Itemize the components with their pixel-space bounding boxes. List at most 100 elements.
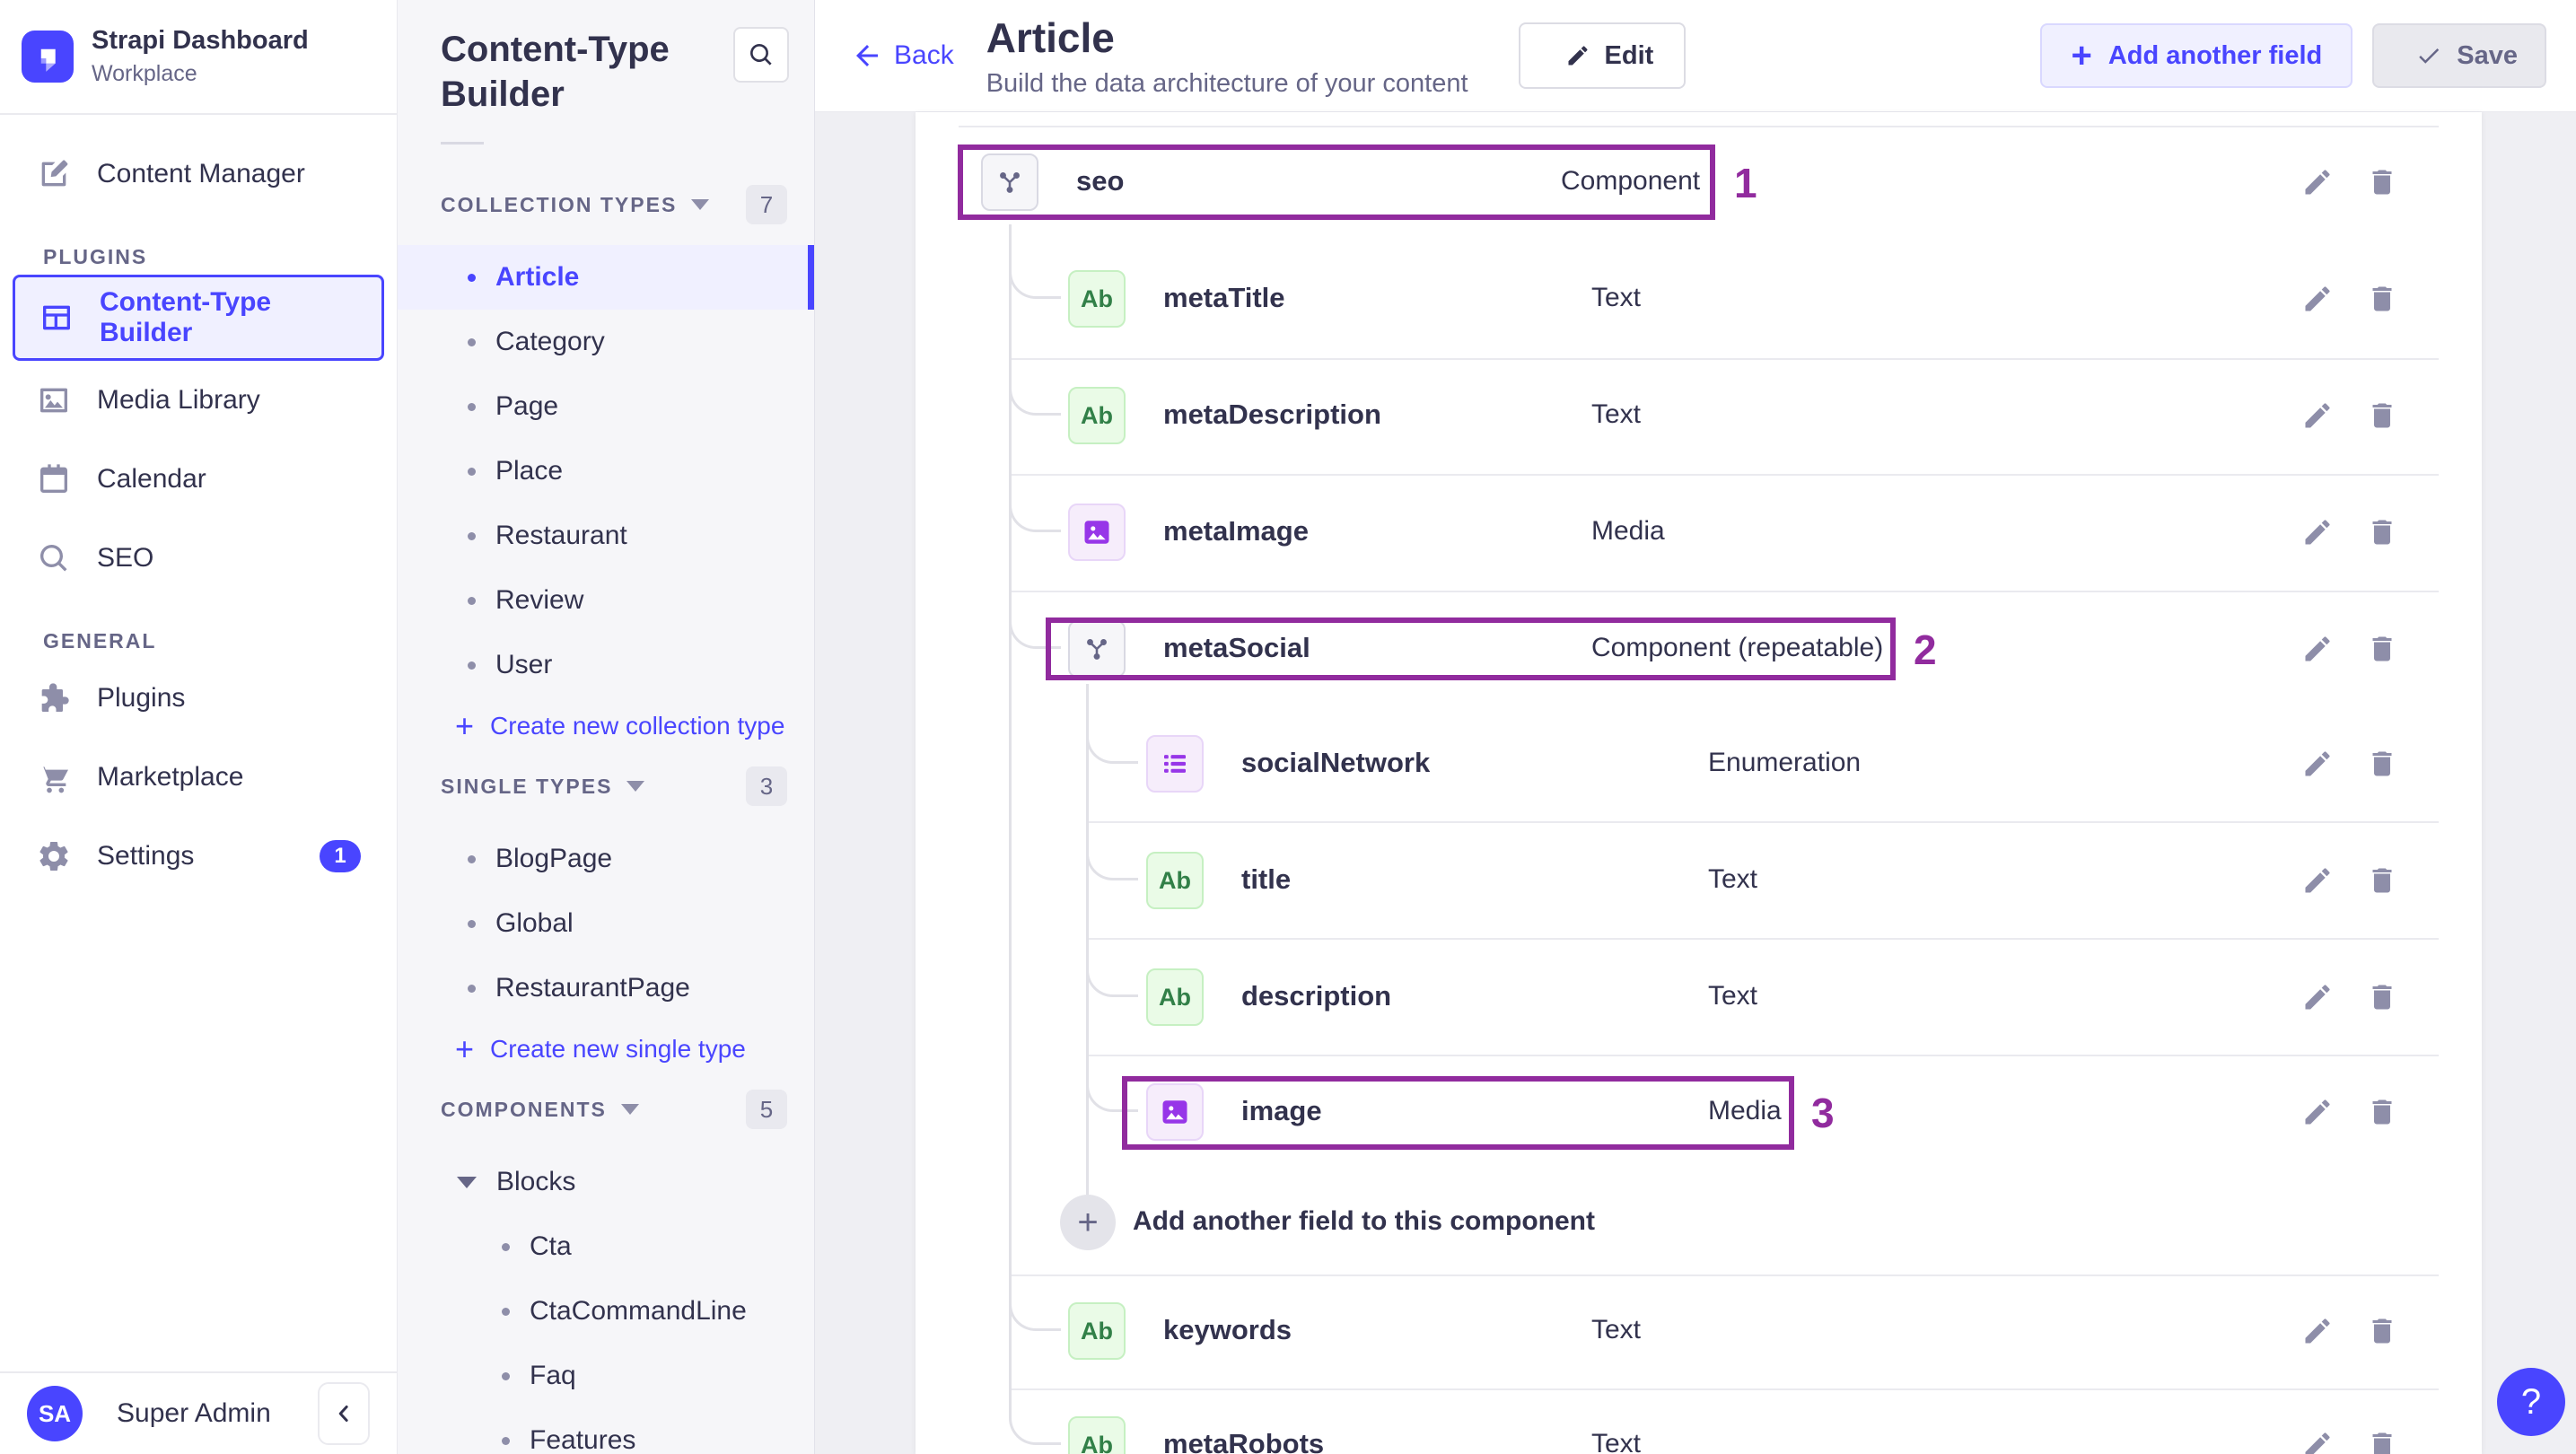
sidebar-item-content-manager[interactable]: Content Manager — [13, 135, 384, 214]
component-item-cta[interactable]: Cta — [398, 1214, 814, 1279]
type-item-global[interactable]: Global — [398, 891, 814, 956]
delete-field-button[interactable] — [2366, 279, 2405, 319]
edit-field-button[interactable] — [2301, 1425, 2341, 1454]
action-label: Create new collection type — [490, 712, 785, 740]
add-field-to-component-button[interactable]: + — [1060, 1195, 1116, 1250]
add-field-to-component-label[interactable]: Add another field to this component — [1133, 1206, 1595, 1237]
field-type: Enumeration — [1708, 748, 1862, 777]
help-button[interactable]: ? — [2497, 1368, 2565, 1436]
count-badge: 5 — [746, 1090, 787, 1129]
sidebar-item-content-type-builder[interactable]: Content-Type Builder — [13, 275, 384, 361]
delete-field-button[interactable] — [2366, 1092, 2405, 1132]
field-name-metarobots: metaRobots — [1163, 1428, 1325, 1454]
search-button[interactable] — [733, 27, 789, 83]
edit-field-button[interactable] — [2301, 162, 2341, 202]
bullet-icon — [468, 402, 476, 411]
back-link[interactable]: Back — [851, 39, 954, 72]
row-divider — [1086, 938, 2439, 940]
bullet-icon — [468, 596, 476, 605]
sidebar-item-marketplace[interactable]: Marketplace — [13, 738, 384, 817]
sidebar-item-settings[interactable]: Settings 1 — [13, 817, 384, 896]
header-actions: + Add another field Save — [2040, 23, 2546, 88]
section-list-collection-types: Article Category Page Place Restaurant Review… — [398, 245, 814, 697]
row-divider — [1009, 591, 2439, 592]
type-item-restaurant[interactable]: Restaurant — [398, 504, 814, 568]
type-item-restaurantpage[interactable]: RestaurantPage — [398, 956, 814, 1020]
bullet-icon — [502, 1371, 510, 1380]
collapse-sidebar-button[interactable] — [318, 1382, 370, 1445]
type-item-review[interactable]: Review — [398, 568, 814, 633]
action-create-new-collection-type[interactable]: + Create new collection type — [398, 697, 814, 755]
edit-button[interactable]: Edit — [1518, 22, 1687, 89]
delete-field-button[interactable] — [2366, 1425, 2405, 1454]
delete-field-button[interactable] — [2366, 744, 2405, 784]
type-item-label: Place — [495, 456, 564, 486]
edit-field-button[interactable] — [2301, 512, 2341, 552]
workspace-name: Workplace — [92, 61, 197, 86]
type-item-place[interactable]: Place — [398, 439, 814, 504]
type-item-label: BlogPage — [495, 844, 613, 873]
edit-field-button[interactable] — [2301, 1092, 2341, 1132]
component-item-features[interactable]: Features — [398, 1408, 814, 1454]
sidebar-item-seo[interactable]: SEO — [13, 519, 384, 598]
plus-icon: + — [455, 707, 475, 744]
main-sidebar: Strapi Dashboard Workplace Content Manag… — [0, 0, 398, 1454]
tree-line — [1086, 684, 1089, 1195]
sidebar-item-label: Calendar — [97, 464, 206, 494]
field-type: Media — [1591, 516, 1665, 546]
delete-field-button[interactable] — [2366, 512, 2405, 552]
sidebar-item-label: Media Library — [97, 385, 260, 415]
edit-field-button[interactable] — [2301, 977, 2341, 1017]
text-field-icon: Ab — [1146, 968, 1204, 1026]
edit-field-button[interactable] — [2301, 1311, 2341, 1351]
type-item-page[interactable]: Page — [398, 374, 814, 439]
type-item-category[interactable]: Category — [398, 310, 814, 374]
section-title: COMPONENTS — [441, 1097, 607, 1121]
chevron-down-icon — [626, 781, 645, 792]
plus-icon: + — [455, 1030, 475, 1067]
edit-field-button[interactable] — [2301, 629, 2341, 669]
delete-field-button[interactable] — [2366, 861, 2405, 900]
sidebar-item-label: Content-Type Builder — [100, 287, 272, 347]
sidebar-item-calendar[interactable]: Calendar — [13, 440, 384, 519]
bullet-icon — [468, 984, 476, 993]
bullet-icon — [502, 1307, 510, 1316]
sidebar-item-plugins[interactable]: Plugins — [13, 659, 384, 738]
edit-field-button[interactable] — [2301, 744, 2341, 784]
edit-field-button[interactable] — [2301, 396, 2341, 435]
section-header-collection-types[interactable]: COLLECTION TYPES 7 — [398, 184, 814, 225]
section-header-single-types[interactable]: SINGLE TYPES 3 — [398, 766, 814, 807]
sidebar-item-label: Content Manager — [97, 159, 305, 188]
delete-field-button[interactable] — [2366, 162, 2405, 202]
delete-field-button[interactable] — [2366, 396, 2405, 435]
sub-sidebar-header: Content-Type Builder — [398, 0, 814, 117]
component-item-faq[interactable]: Faq — [398, 1344, 814, 1408]
type-item-article[interactable]: Article — [398, 245, 814, 310]
section-header-components[interactable]: COMPONENTS 5 — [398, 1089, 814, 1130]
edit-field-button[interactable] — [2301, 279, 2341, 319]
save-button[interactable]: Save — [2372, 23, 2546, 88]
type-item-blogpage[interactable]: BlogPage — [398, 827, 814, 891]
count-badge: 7 — [746, 185, 787, 224]
text-field-icon: Ab — [1146, 852, 1204, 909]
component-item-ctacommandline[interactable]: CtaCommandLine — [398, 1279, 814, 1344]
type-item-user[interactable]: User — [398, 633, 814, 697]
delete-field-button[interactable] — [2366, 977, 2405, 1017]
delete-field-button[interactable] — [2366, 1311, 2405, 1351]
enumeration-field-icon — [1146, 735, 1204, 793]
component-item-label: Cta — [530, 1231, 572, 1261]
strapi-app: Strapi Dashboard Workplace Content Manag… — [0, 0, 2576, 1454]
component-group-blocks[interactable]: Blocks — [398, 1150, 814, 1214]
field-type: Text — [1591, 283, 1642, 312]
avatar[interactable]: SA — [27, 1386, 83, 1441]
row-divider — [1009, 474, 2439, 476]
sidebar-item-media-library[interactable]: Media Library — [13, 361, 384, 440]
calendar-icon — [36, 461, 72, 497]
chevron-down-icon — [620, 1104, 639, 1115]
action-create-new-single-type[interactable]: + Create new single type — [398, 1020, 814, 1078]
edit-field-button[interactable] — [2301, 861, 2341, 900]
delete-field-button[interactable] — [2366, 629, 2405, 669]
add-another-field-button[interactable]: + Add another field — [2040, 23, 2353, 88]
type-item-label: RestaurantPage — [495, 973, 690, 1003]
save-label: Save — [2457, 40, 2518, 70]
